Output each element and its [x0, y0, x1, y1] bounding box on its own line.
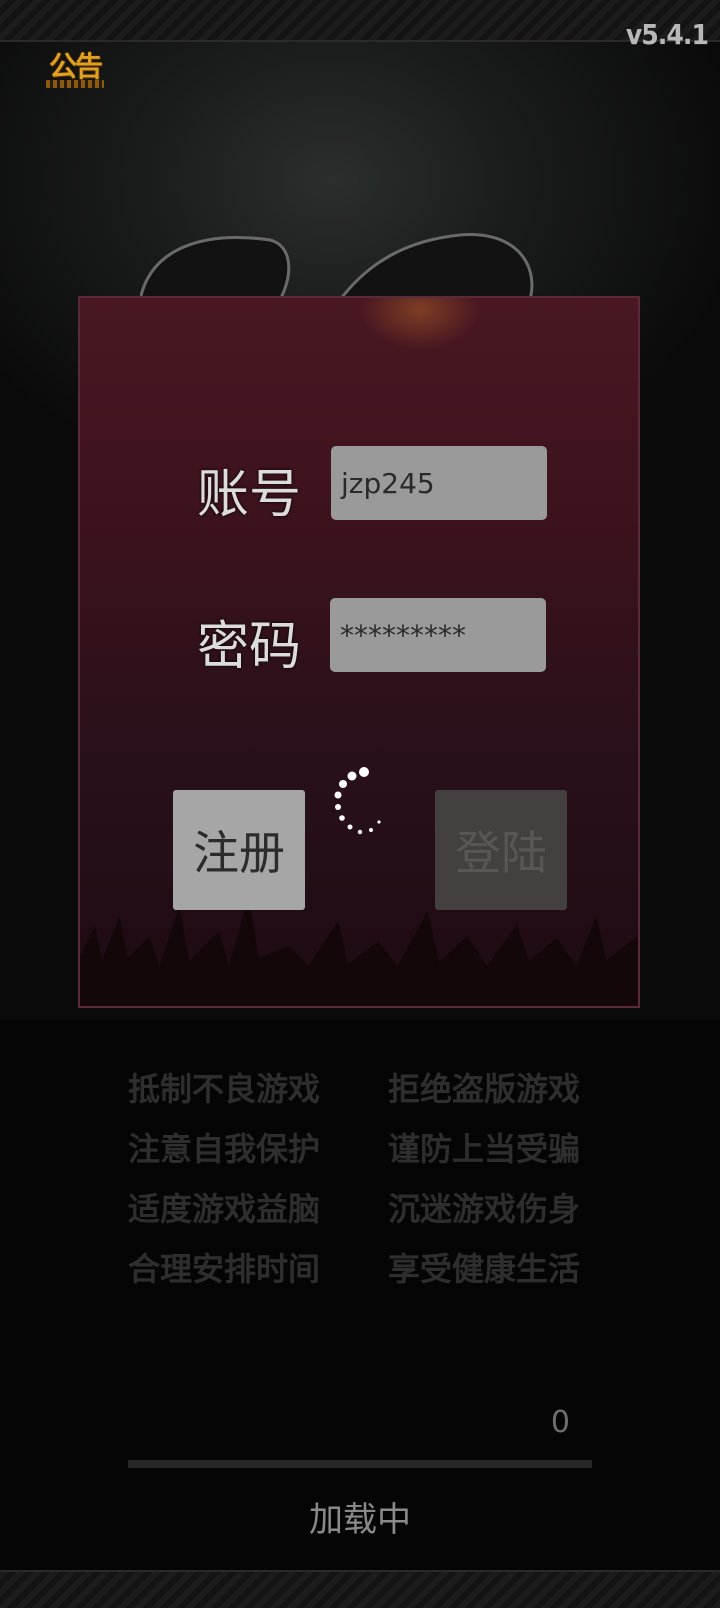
account-input[interactable]: jzp245: [331, 446, 547, 520]
loading-spinner-icon: [334, 767, 381, 835]
version-label: v5.4.1: [625, 18, 709, 51]
notice-icon: [46, 80, 104, 88]
top-bar: [0, 0, 720, 42]
account-label: 账号: [197, 465, 302, 525]
advice-item: 谨防上当受骗: [388, 1130, 581, 1168]
advice-item: 拒绝盗版游戏: [388, 1070, 581, 1108]
advice-item: 享受健康生活: [388, 1250, 581, 1288]
loading-text: 加载中: [309, 1500, 411, 1540]
notice-label: 公告: [48, 50, 103, 83]
health-advice: 抵制不良游戏 拒绝盗版游戏 注意自我保护 谨防上当受骗 适度游戏益脑 沉迷游戏伤…: [128, 1068, 608, 1290]
register-button[interactable]: 注册: [173, 790, 305, 910]
progress-bar: [128, 1460, 592, 1468]
bottom-bar: [0, 1570, 720, 1608]
advice-item: 注意自我保护: [128, 1130, 321, 1168]
advice-item: 沉迷游戏伤身: [388, 1190, 581, 1228]
advice-item: 合理安排时间: [128, 1250, 321, 1288]
advice-item: 适度游戏益脑: [128, 1190, 321, 1228]
advice-item: 抵制不良游戏: [128, 1070, 321, 1108]
password-input[interactable]: *********: [330, 598, 546, 672]
login-button[interactable]: 登陆: [435, 790, 567, 910]
progress-value: 0: [550, 1405, 570, 1440]
notice-button[interactable]: 公告: [42, 38, 108, 92]
password-label: 密码: [197, 617, 302, 677]
